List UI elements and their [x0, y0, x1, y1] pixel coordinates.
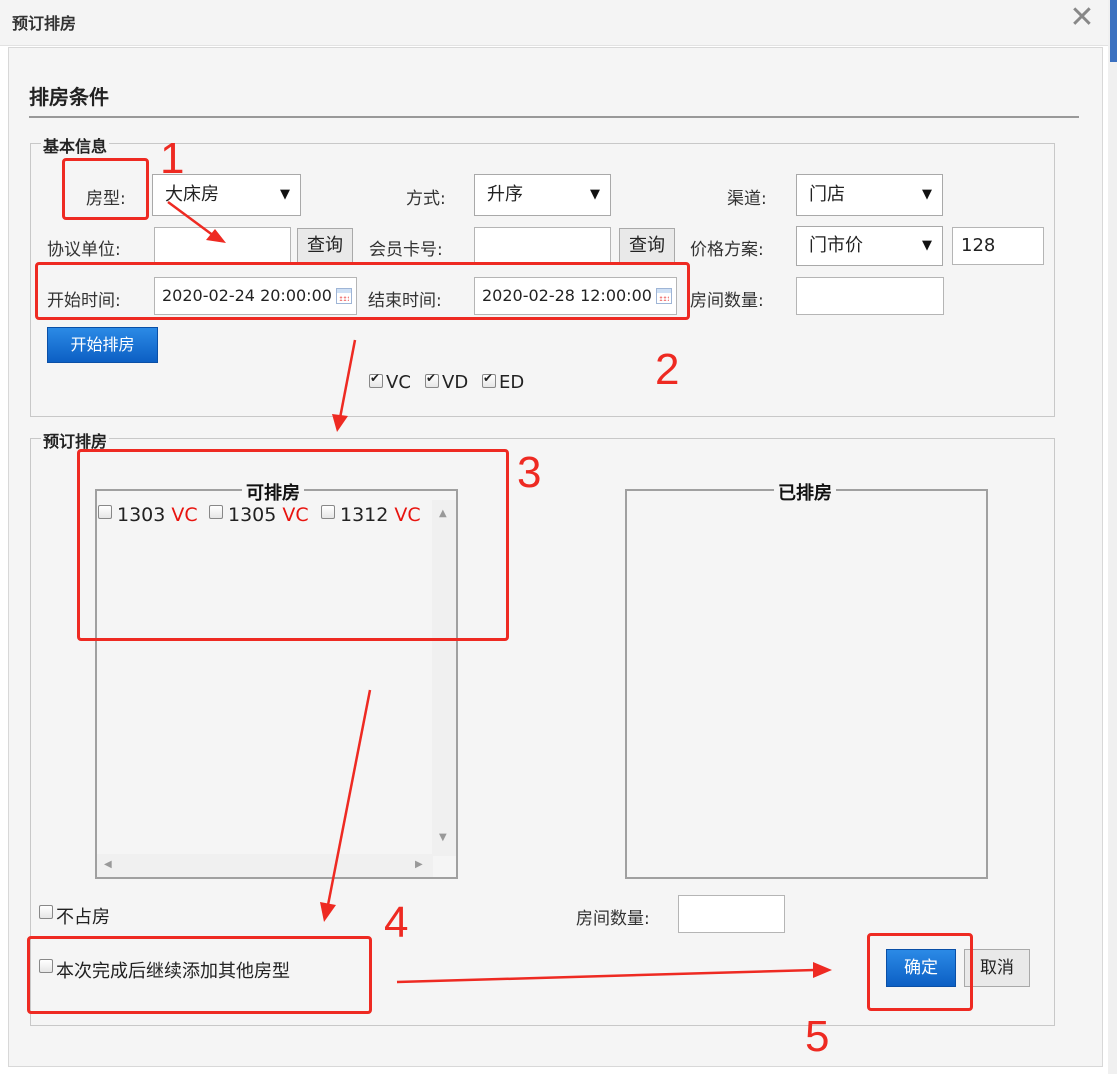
- price-plan-value: 门市价: [809, 235, 863, 256]
- section-divider: [29, 116, 1079, 118]
- chevron-down-icon: ▼: [922, 187, 932, 202]
- channel-select[interactable]: 门店 ▼: [796, 174, 943, 216]
- annotation-number-2: 2: [655, 345, 680, 394]
- member-query-button[interactable]: 查询: [619, 228, 675, 264]
- annotation-box-4: [27, 936, 372, 1014]
- cancel-button[interactable]: 取消: [964, 949, 1030, 987]
- annotation-box-2: [35, 262, 690, 320]
- annotation-box-3: [77, 449, 509, 641]
- annotation-number-5: 5: [805, 1012, 830, 1061]
- annotation-number-3: 3: [517, 448, 542, 497]
- no-occupy-checkbox[interactable]: [39, 905, 53, 919]
- assigned-rooms-panel: [625, 489, 988, 879]
- chevron-down-icon: ▼: [590, 187, 600, 202]
- horizontal-scrollbar[interactable]: [97, 854, 433, 877]
- agreement-query-button[interactable]: 查询: [297, 228, 353, 264]
- scroll-right-icon[interactable]: ▶: [415, 859, 423, 870]
- chevron-down-icon: ▼: [280, 187, 290, 202]
- price-plan-select[interactable]: 门市价 ▼: [796, 226, 943, 266]
- method-select[interactable]: 升序 ▼: [474, 174, 611, 216]
- assigned-room-count-input[interactable]: [678, 895, 785, 933]
- scroll-down-icon[interactable]: ▼: [439, 832, 447, 843]
- member-card-label: 会员卡号:: [369, 240, 443, 260]
- agreement-label: 协议单位:: [47, 240, 121, 260]
- annotation-box-1: [62, 158, 149, 220]
- filter-ed-label: ED: [499, 372, 525, 393]
- scroll-left-icon[interactable]: ◀: [104, 859, 112, 870]
- channel-label: 渠道:: [727, 189, 767, 209]
- assigned-rooms-title: 已排房: [774, 479, 836, 505]
- filter-vd-label: VD: [442, 372, 469, 393]
- channel-value: 门店: [809, 184, 845, 205]
- filter-vc-label: VC: [386, 372, 411, 393]
- section-title: 排房条件: [29, 85, 109, 109]
- dialog-titlebar: 预订排房 ✕: [0, 0, 1108, 46]
- annotation-number-1: 1: [160, 134, 185, 183]
- annotation-number-4: 4: [384, 898, 409, 947]
- filter-vc-checkbox[interactable]: [369, 371, 383, 388]
- price-input[interactable]: 128: [952, 227, 1044, 265]
- filter-vd-checkbox[interactable]: [425, 371, 439, 388]
- page-edge: [1108, 0, 1117, 1074]
- room-type-value: 大床房: [165, 184, 219, 205]
- dialog-title: 预订排房: [12, 14, 77, 33]
- room-count-input[interactable]: [796, 277, 944, 315]
- chevron-down-icon: ▼: [922, 238, 932, 253]
- room-count-label: 房间数量:: [690, 291, 764, 311]
- agreement-input[interactable]: [154, 227, 291, 265]
- edge-accent: [1110, 0, 1117, 62]
- price-plan-label: 价格方案:: [690, 240, 764, 260]
- member-card-input[interactable]: [474, 227, 611, 265]
- method-label: 方式:: [406, 189, 446, 209]
- annotation-box-5: [867, 933, 973, 1011]
- close-icon[interactable]: ✕: [1068, 3, 1096, 33]
- method-value: 升序: [487, 184, 523, 205]
- basic-info-legend: 基本信息: [41, 133, 110, 157]
- no-occupy-label: 不占房: [56, 907, 110, 928]
- start-assign-button[interactable]: 开始排房: [47, 327, 158, 363]
- filter-ed-checkbox[interactable]: [482, 371, 496, 388]
- assigned-room-count-label: 房间数量:: [576, 909, 650, 929]
